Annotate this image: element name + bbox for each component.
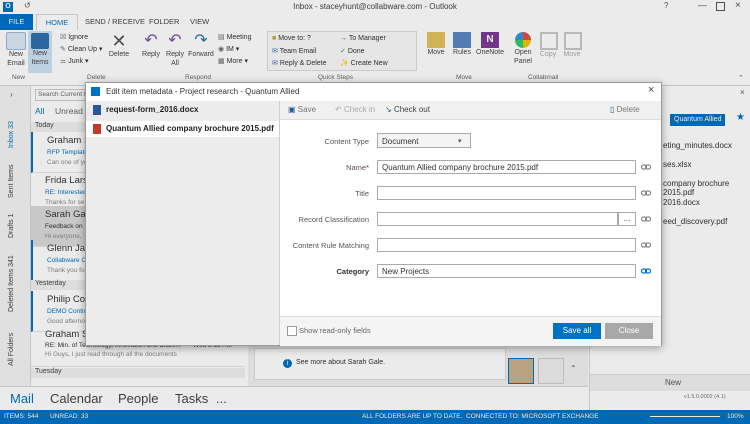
- trash-icon: ▯: [610, 105, 617, 114]
- save-icon: ▣: [288, 105, 298, 114]
- dialog-title: Edit item metadata - Project research - …: [106, 87, 300, 96]
- record-classification-label: Record Classification: [298, 215, 369, 224]
- title-field[interactable]: [377, 186, 636, 200]
- check-in-icon: ↶: [335, 105, 344, 114]
- show-readonly-label: Show read-only fields: [299, 326, 371, 335]
- link-active-icon[interactable]: [640, 266, 652, 276]
- browse-button[interactable]: ...: [618, 212, 636, 226]
- dialog-form: ▣ Save ↶ Check in ↘ Check out ▯ Delete C…: [280, 101, 661, 346]
- dialog-toolbar: ▣ Save ↶ Check in ↘ Check out ▯ Delete: [280, 101, 661, 120]
- save-button[interactable]: ▣ Save: [288, 105, 316, 114]
- record-classification-field[interactable]: [377, 212, 618, 226]
- file-item[interactable]: request-form_2016.docx: [86, 103, 279, 117]
- content-rule-field[interactable]: [377, 238, 636, 252]
- title-label: Title: [355, 189, 369, 198]
- category-field[interactable]: New Projects: [377, 264, 636, 278]
- delete-item-button[interactable]: ▯ Delete: [610, 105, 640, 114]
- link-icon[interactable]: [640, 188, 652, 198]
- edit-metadata-dialog: Edit item metadata - Project research - …: [85, 82, 662, 346]
- content-type-label: Content Type: [324, 137, 369, 146]
- check-in-button[interactable]: ↶ Check in: [335, 105, 375, 114]
- dialog-app-icon: [91, 87, 100, 96]
- dialog-footer: Show read-only fields Save all Close: [280, 316, 661, 346]
- show-readonly-checkbox[interactable]: [287, 326, 297, 336]
- dialog-file-list: request-form_2016.docx Quantum Allied co…: [86, 101, 280, 345]
- check-out-button[interactable]: ↘ Check out: [385, 105, 430, 114]
- category-label: Category: [336, 267, 369, 276]
- link-icon[interactable]: [640, 240, 652, 250]
- check-out-icon: ↘: [385, 105, 394, 114]
- name-label: Name*: [346, 163, 369, 172]
- content-type-select[interactable]: Document ▾: [377, 133, 471, 148]
- chevron-down-icon: ▾: [458, 138, 462, 145]
- link-icon[interactable]: [640, 214, 652, 224]
- content-rule-label: Content Rule Matching: [292, 241, 369, 250]
- file-item-selected[interactable]: Quantum Allied company brochure 2015.pdf: [86, 121, 279, 137]
- name-field[interactable]: Quantum Allied company brochure 2015.pdf: [377, 160, 636, 174]
- save-all-button[interactable]: Save all: [553, 323, 601, 339]
- pdf-icon: [93, 124, 101, 134]
- link-icon[interactable]: [640, 162, 652, 172]
- dialog-close-icon[interactable]: ×: [648, 84, 654, 96]
- dialog-titlebar: Edit item metadata - Project research - …: [86, 83, 661, 101]
- word-doc-icon: [93, 105, 101, 115]
- close-button[interactable]: Close: [605, 323, 653, 339]
